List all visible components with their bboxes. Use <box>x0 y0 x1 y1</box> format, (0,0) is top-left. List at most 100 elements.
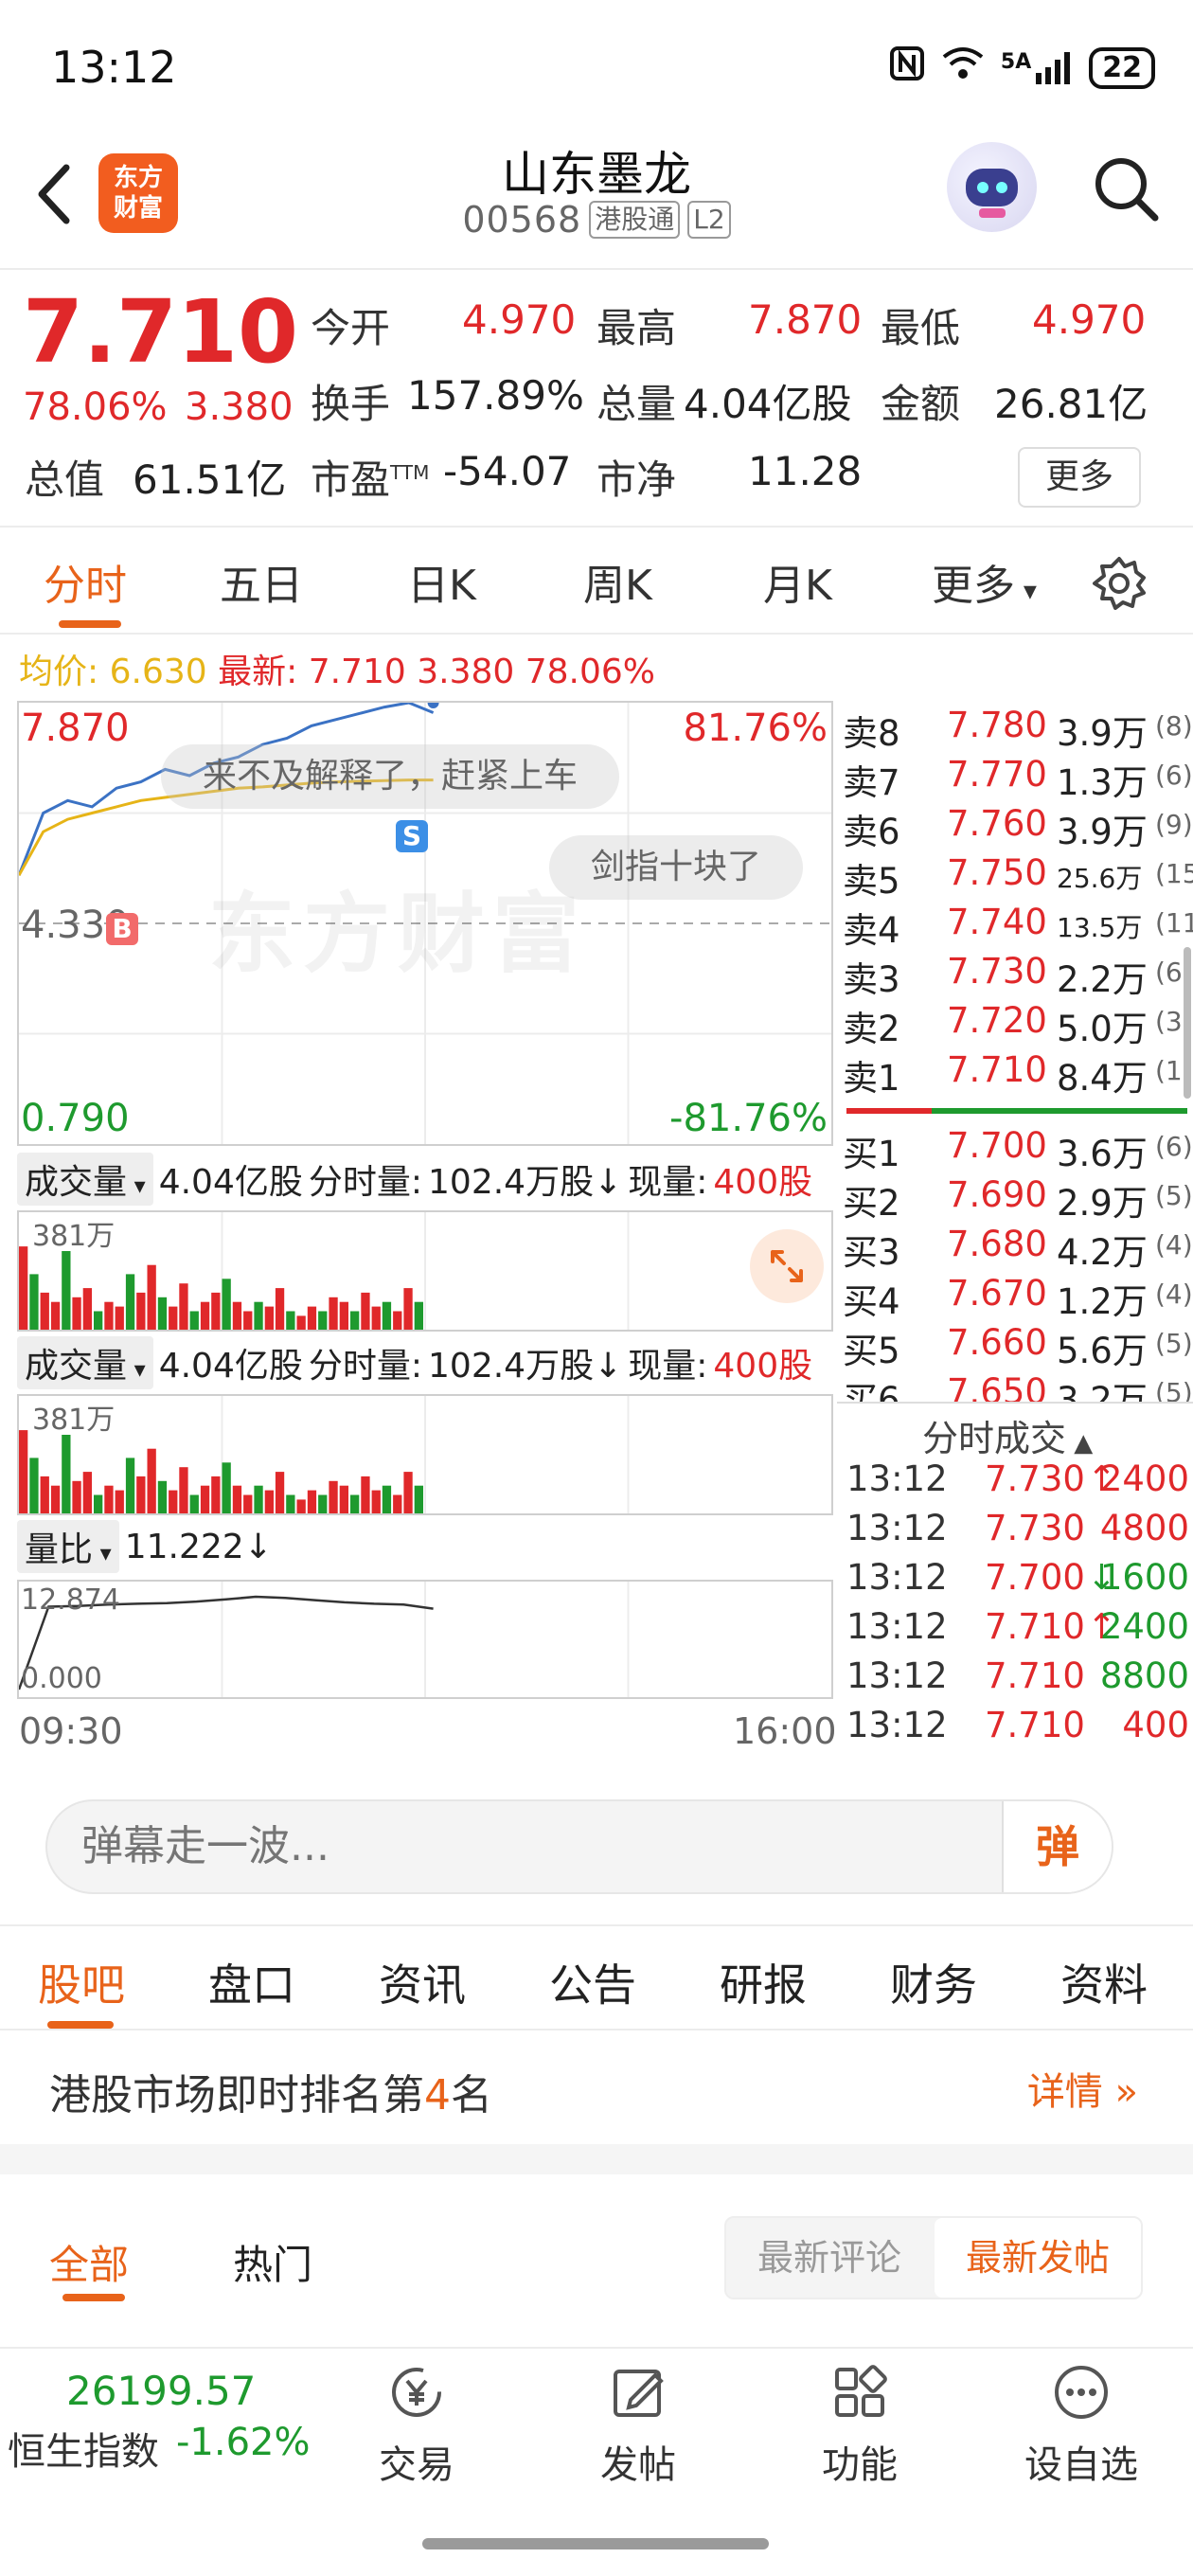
volume-total-2: 4.04亿股 <box>158 1347 303 1386</box>
volume-bar <box>72 1480 81 1513</box>
minute-vol-label: 分时量: <box>308 1163 423 1202</box>
volume-bar <box>232 1301 242 1330</box>
danmu-input[interactable] <box>81 1822 934 1870</box>
volume-indicator-dropdown[interactable]: 成交量 ▾ <box>17 1153 153 1206</box>
book-split-bar <box>846 1108 1187 1114</box>
tab-profile[interactable]: 资料 <box>1060 1951 1148 2013</box>
volume-bar <box>62 1435 71 1513</box>
chart-tabs: 分时 五日 日K 周K 月K 更多 ▾ <box>0 530 1193 635</box>
trade-price: 7.710 <box>985 1606 1085 1647</box>
sort-latest-post[interactable]: 最新发帖 <box>935 2218 1141 2298</box>
tab-all-posts[interactable]: 全部 <box>49 2233 129 2291</box>
assistant-robot-icon[interactable] <box>947 142 1037 232</box>
rank-banner[interactable]: 港股市场即时排名第4名 详情 » <box>0 2032 1193 2144</box>
volume-bar <box>94 1311 103 1330</box>
tab-hot-posts[interactable]: 热门 <box>233 2233 312 2291</box>
volume-bar <box>350 1494 360 1513</box>
bid-price: 7.680 <box>947 1224 1047 1264</box>
volume-chart-2[interactable]: 381万 <box>17 1394 833 1515</box>
tab-market-depth[interactable]: 盘口 <box>208 1951 295 2013</box>
tab-weekly-k[interactable]: 周K <box>583 551 652 612</box>
back-button[interactable] <box>28 156 85 232</box>
tab-news[interactable]: 资讯 <box>379 1951 466 2013</box>
volume-bar <box>403 1472 413 1513</box>
nav-post[interactable]: 发帖 <box>572 2362 704 2489</box>
volume-bar <box>254 1301 263 1330</box>
tab-daily-k[interactable]: 日K <box>407 551 476 612</box>
order-book[interactable]: 卖8 7.780 3.9万 (8) 卖7 7.770 1.3万 (6) 卖6 7.760 3.9… <box>837 701 1193 1402</box>
pe-label: 市盈TTM <box>311 448 429 506</box>
settings-button[interactable] <box>1091 555 1148 616</box>
index-name[interactable]: 恒生指数 <box>8 2421 159 2476</box>
volume-bar <box>29 1274 39 1330</box>
tab-more[interactable]: 更多 ▾ <box>932 551 1037 612</box>
ask-volume: 25.6万 <box>1057 863 1143 894</box>
volume-bar <box>329 1480 338 1513</box>
change-percent: 78.06% <box>23 385 168 429</box>
trade-ticks[interactable]: 分时成交 ▲ 13:12 7.730 ↑ 2400 13:12 7.730 4800 13:1… <box>837 1402 1193 1769</box>
volume-bar <box>361 1292 370 1330</box>
tab-announcements[interactable]: 公告 <box>549 1951 636 2013</box>
high-label: 最高 <box>596 305 677 351</box>
status-bar: 13:12 5A 22 <box>0 0 1193 133</box>
ask-label: 卖5 <box>843 861 900 902</box>
buy-marker[interactable]: B <box>106 913 138 945</box>
order-book-scrollbar[interactable] <box>1184 947 1191 1099</box>
tab-financials[interactable]: 财务 <box>890 1951 977 2013</box>
trades-title[interactable]: 分时成交 ▲ <box>922 1409 1093 1461</box>
index-value[interactable]: 26199.57 <box>66 2368 256 2414</box>
minute-vol-value-2: 102.4万股↓ <box>428 1347 623 1386</box>
sort-latest-comment[interactable]: 最新评论 <box>726 2218 933 2298</box>
volume-bars-svg-2 <box>19 1396 630 1513</box>
volume-bar <box>72 1297 81 1330</box>
nav-trade[interactable]: 交易 <box>350 2362 483 2489</box>
expand-button[interactable] <box>750 1229 824 1303</box>
bid-row-4: 买4 7.670 1.2万 (4) <box>843 1273 1193 1322</box>
volume-bar <box>275 1472 285 1513</box>
search-button[interactable] <box>1089 152 1165 227</box>
volume-chart-1[interactable]: 381万 <box>17 1210 833 1332</box>
bid-count: (5) <box>1155 1377 1193 1402</box>
volume-bar <box>50 1485 61 1513</box>
ask-count: (9) <box>1155 809 1193 840</box>
bid-volume: 3.6万 <box>1057 1134 1148 1174</box>
volume-bar <box>19 1246 28 1330</box>
tab-research[interactable]: 研报 <box>720 1951 807 2013</box>
trade-volume: 1600 <box>1099 1557 1189 1598</box>
danmu-toggle-button[interactable]: 弹 <box>1002 1801 1112 1892</box>
tab-forum[interactable]: 股吧 <box>38 1951 125 2013</box>
nav-add-watchlist[interactable]: 设自选 <box>1015 2362 1148 2489</box>
rank-text: 港股市场即时排名第4名 <box>49 2061 492 2121</box>
top-pct-label: 81.76% <box>683 707 828 750</box>
ask-price: 7.710 <box>947 1049 1047 1090</box>
nav-post-label: 发帖 <box>600 2443 676 2487</box>
section-divider <box>0 2144 1193 2174</box>
nav-functions[interactable]: 功能 <box>793 2362 926 2489</box>
rank-detail-link[interactable]: 详情 » <box>1027 2061 1138 2116</box>
volume-bar <box>382 1301 392 1330</box>
bid-volume: 1.2万 <box>1057 1281 1148 1322</box>
index-change[interactable]: -1.62% <box>176 2421 311 2464</box>
ask-volume: 2.2万 <box>1057 959 1148 1000</box>
trade-row: 13:12 7.700 ↓ 1600 <box>846 1557 1193 1606</box>
intraday-chart[interactable]: 7.870 81.76% 4.330 0.790 -81.76% 东方财富 来不… <box>17 701 833 1146</box>
volume-ratio-chart[interactable]: 12.874 0.000 <box>17 1580 833 1699</box>
bid-count: (6) <box>1155 1131 1193 1162</box>
open-label: 今开 <box>311 305 391 351</box>
ratio-indicator-dropdown[interactable]: 量比 ▾ <box>17 1520 119 1573</box>
volume-indicator-dropdown-2[interactable]: 成交量 ▾ <box>17 1336 153 1389</box>
sell-marker[interactable]: S <box>396 820 428 852</box>
more-quote-button[interactable]: 更多 <box>1018 447 1141 508</box>
ask-price: 7.740 <box>947 902 1047 942</box>
bottom-pct-label: -81.76% <box>669 1097 828 1140</box>
current-vol-label: 现量: <box>628 1163 708 1202</box>
tab-five-day[interactable]: 五日 <box>220 551 303 612</box>
tab-intraday[interactable]: 分时 <box>44 551 127 612</box>
volume-label: 成交量 <box>25 1163 128 1202</box>
tab-monthly-k[interactable]: 月K <box>763 551 832 612</box>
home-indicator[interactable] <box>422 2538 769 2549</box>
volume-bar <box>189 1311 199 1330</box>
trade-price: 7.730 <box>985 1508 1085 1548</box>
pb-label: 市净 <box>596 456 677 503</box>
volume-bar <box>115 1490 124 1513</box>
